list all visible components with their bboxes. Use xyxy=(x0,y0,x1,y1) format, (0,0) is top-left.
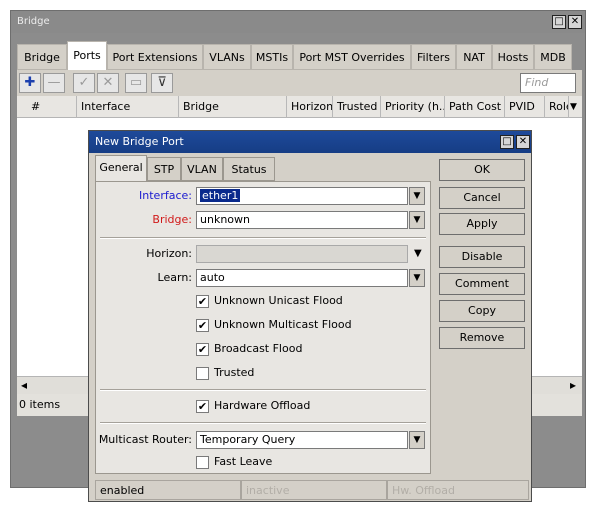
column-number[interactable]: # xyxy=(17,96,77,118)
bridge-field[interactable]: unknown xyxy=(196,211,408,229)
interface-dropdown-icon[interactable]: ▼ xyxy=(409,187,425,205)
column-path-cost[interactable]: Path Cost xyxy=(445,96,505,118)
tab-vlans[interactable]: VLANs xyxy=(203,44,251,70)
scroll-right-icon[interactable]: ▸ xyxy=(570,378,576,392)
broadcast-flood-checkbox[interactable]: ✔ xyxy=(196,343,209,356)
column-role[interactable]: Role xyxy=(545,96,569,118)
general-panel: Interface: ether1 ▼ Bridge: unknown ▼ Ho… xyxy=(95,181,431,474)
status-enabled: enabled xyxy=(95,480,241,500)
tab-hosts[interactable]: Hosts xyxy=(492,44,534,70)
multicast-router-field[interactable]: Temporary Query xyxy=(196,431,408,449)
dialog-title: New Bridge Port xyxy=(89,131,531,153)
find-input[interactable]: Find xyxy=(520,73,576,93)
window-tabs: Bridge Ports Port Extensions VLANs MSTIs… xyxy=(17,41,582,70)
multicast-router-dropdown-icon[interactable]: ▼ xyxy=(409,431,425,449)
interface-label: Interface: xyxy=(139,189,192,202)
learn-field[interactable]: auto xyxy=(196,269,408,287)
disable-button[interactable]: Disable xyxy=(439,246,525,268)
column-interface[interactable]: Interface xyxy=(77,96,179,118)
table-header: # Interface Bridge Horizon Trusted Prior… xyxy=(17,96,582,118)
tab-filters[interactable]: Filters xyxy=(411,44,456,70)
window-title: Bridge xyxy=(11,11,585,33)
window-restore-button[interactable]: □ xyxy=(552,15,566,29)
status-hw-offload: Hw. Offload xyxy=(387,480,529,500)
apply-button[interactable]: Apply xyxy=(439,213,525,235)
separator xyxy=(100,422,426,424)
add-icon[interactable]: ✚ xyxy=(19,73,41,93)
separator xyxy=(100,389,426,391)
new-bridge-port-dialog: New Bridge Port □ ✕ General STP VLAN Sta… xyxy=(88,130,532,502)
broadcast-flood-label: Broadcast Flood xyxy=(214,342,303,355)
dialog-tab-status[interactable]: Status xyxy=(223,157,275,181)
horizon-field[interactable] xyxy=(196,245,408,263)
unknown-unicast-flood-checkbox[interactable]: ✔ xyxy=(196,295,209,308)
ok-button[interactable]: OK xyxy=(439,159,525,181)
unknown-multicast-flood-label: Unknown Multicast Flood xyxy=(214,318,352,331)
dialog-tab-stp[interactable]: STP xyxy=(147,157,181,181)
column-pvid[interactable]: PVID xyxy=(505,96,545,118)
copy-button[interactable]: Copy xyxy=(439,300,525,322)
interface-value: ether1 xyxy=(200,189,241,202)
cancel-button[interactable]: Cancel xyxy=(439,187,525,209)
dialog-close-button[interactable]: ✕ xyxy=(516,135,530,149)
column-chooser-icon[interactable]: ▼ xyxy=(569,96,582,118)
scroll-left-icon[interactable]: ◂ xyxy=(21,378,27,392)
tab-bridge[interactable]: Bridge xyxy=(17,44,67,70)
horizon-label: Horizon: xyxy=(146,247,192,260)
horizon-dropdown-icon[interactable]: ▼ xyxy=(414,245,422,263)
column-priority[interactable]: Priority (h... xyxy=(381,96,445,118)
remove-button[interactable]: Remove xyxy=(439,327,525,349)
dialog-tabs: General STP VLAN Status xyxy=(95,155,431,182)
tab-port-mst-overrides[interactable]: Port MST Overrides xyxy=(293,44,411,70)
dialog-tab-vlan[interactable]: VLAN xyxy=(181,157,223,181)
multicast-router-label: Multicast Router: xyxy=(98,433,192,446)
status-inactive: inactive xyxy=(241,480,387,500)
unknown-multicast-flood-checkbox[interactable]: ✔ xyxy=(196,319,209,332)
toolbar: ✚ — ✓ ✕ ▭ ⊽ Find xyxy=(17,70,582,96)
trusted-label: Trusted xyxy=(214,366,255,379)
tab-mstis[interactable]: MSTIs xyxy=(251,44,293,70)
bridge-label: Bridge: xyxy=(152,213,192,226)
tab-port-extensions[interactable]: Port Extensions xyxy=(107,44,203,70)
fast-leave-label: Fast Leave xyxy=(214,455,273,468)
tab-nat[interactable]: NAT xyxy=(456,44,492,70)
window-close-button[interactable]: ✕ xyxy=(568,15,582,29)
filter-icon[interactable]: ⊽ xyxy=(151,73,173,93)
learn-dropdown-icon[interactable]: ▼ xyxy=(409,269,425,287)
fast-leave-checkbox[interactable] xyxy=(196,456,209,469)
disable-icon[interactable]: ✕ xyxy=(97,73,119,93)
separator xyxy=(100,237,426,239)
column-horizon[interactable]: Horizon xyxy=(287,96,333,118)
learn-label: Learn: xyxy=(157,271,192,284)
interface-field[interactable]: ether1 xyxy=(196,187,408,205)
bridge-dropdown-icon[interactable]: ▼ xyxy=(409,211,425,229)
hardware-offload-label: Hardware Offload xyxy=(214,399,311,412)
trusted-checkbox[interactable] xyxy=(196,367,209,380)
column-bridge[interactable]: Bridge xyxy=(179,96,287,118)
hardware-offload-checkbox[interactable]: ✔ xyxy=(196,400,209,413)
dialog-status-bar: enabled inactive Hw. Offload xyxy=(95,480,529,500)
unknown-unicast-flood-label: Unknown Unicast Flood xyxy=(214,294,343,307)
dialog-tab-general[interactable]: General xyxy=(95,155,147,182)
comment-button[interactable]: Comment xyxy=(439,273,525,295)
comment-icon[interactable]: ▭ xyxy=(125,73,147,93)
remove-icon[interactable]: — xyxy=(43,73,65,93)
enable-icon[interactable]: ✓ xyxy=(73,73,95,93)
tab-ports[interactable]: Ports xyxy=(67,41,107,70)
column-trusted[interactable]: Trusted xyxy=(333,96,381,118)
dialog-restore-button[interactable]: □ xyxy=(500,135,514,149)
tab-mdb[interactable]: MDB xyxy=(534,44,572,70)
